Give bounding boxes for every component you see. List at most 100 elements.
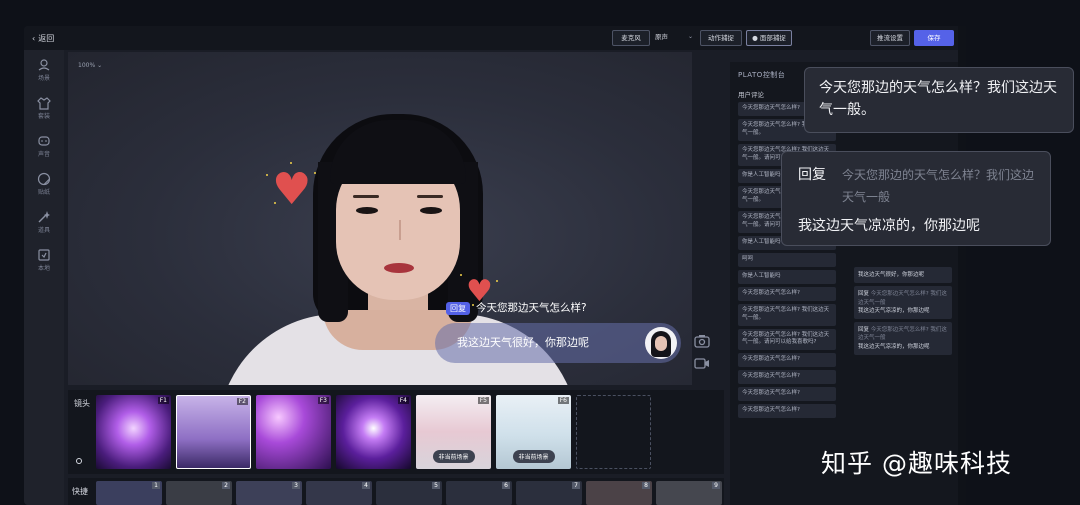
shortcut-slot-number: 9	[712, 482, 720, 489]
zoom-level[interactable]: 100% ⌄	[78, 62, 102, 69]
panel-title: PLATO控制台	[738, 71, 786, 79]
avatar-eye-left	[356, 207, 378, 214]
camera-caption: 非当前场景	[432, 450, 475, 463]
reply-item[interactable]: 回复 今天您那边天气怎么样? 我们这边天气一般 我这边天气凉凉的，你那边呢	[854, 322, 952, 355]
scene-icon	[38, 59, 50, 71]
camera-thumb-selected[interactable]: F2	[176, 395, 251, 469]
shortcut-slot-number: 8	[642, 482, 650, 489]
chevron-left-icon: ‹	[32, 33, 36, 43]
sparkle-icon	[496, 280, 498, 282]
shortcut-slot[interactable]: 6	[446, 481, 512, 505]
shortcut-slot-number: 2	[222, 482, 230, 489]
shortcut-slot-number: 5	[432, 482, 440, 489]
comment-item[interactable]: 今天您那边天气怎么样?	[738, 353, 836, 368]
camera-key: F5	[477, 397, 489, 404]
camera-key: F3	[317, 397, 329, 404]
reply-item-answer: 我这边天气很好，你那边呢	[858, 272, 925, 278]
sidebar-item-label: 声音	[37, 151, 50, 158]
back-label: 返回	[38, 33, 55, 43]
shortcut-slot[interactable]: 1	[96, 481, 162, 505]
shortcut-slot-number: 7	[572, 482, 580, 489]
shortcut-slot[interactable]: 5	[376, 481, 442, 505]
motion-capture-button[interactable]: 动作捕捉	[700, 30, 742, 46]
zoom-value: 100%	[78, 62, 96, 69]
sparkle-icon	[274, 202, 276, 204]
camera-thumb[interactable]: F5 非当前场景	[416, 395, 491, 469]
camera-key: F4	[397, 397, 409, 404]
camera-thumb[interactable]: F1	[96, 395, 171, 469]
reply-popup-question: 今天您那边的天气怎么样？我们这边天气一般	[842, 168, 1035, 204]
chat-question-text: 今天您那边天气怎么样?	[476, 302, 587, 314]
shortcut-slot[interactable]: 3	[236, 481, 302, 505]
reply-item-answer: 我这边天气凉凉的，你那边呢	[858, 343, 930, 350]
comment-item[interactable]: 呵呵	[738, 252, 836, 267]
sidebar-item-sticker[interactable]: 贴纸	[24, 172, 64, 196]
watermark: 知乎 @趣味科技	[821, 449, 1012, 478]
comment-item[interactable]: 今天您那边天气怎么样? 我们这边天气一般。请问可以给我喜歌吗?	[738, 328, 836, 351]
face-capture-button[interactable]: ● 面部捕捉	[746, 30, 792, 46]
sidebar-item-prop[interactable]: 道具	[24, 210, 64, 234]
sidebar-item-outfit[interactable]: 套装	[24, 96, 64, 120]
shortcut-slot[interactable]: 9	[656, 481, 722, 505]
voice-icon	[38, 136, 50, 146]
comment-item[interactable]: 今天您那边天气怎么样? 我们这边天气一般。	[738, 303, 836, 326]
comment-item[interactable]: 今天您那边天气怎么样?	[738, 286, 836, 301]
shortcut-slot[interactable]: 7	[516, 481, 582, 505]
back-button[interactable]: ‹ 返回	[32, 33, 54, 44]
sidebar-item-label: 道具	[37, 227, 50, 234]
reply-item[interactable]: 回复 今天您那边天气怎么样? 我们这边天气一般 我这边天气凉凉的，你那边呢	[854, 286, 952, 319]
camera-thumb-empty[interactable]	[576, 395, 651, 469]
comment-item[interactable]: 今天您那边天气怎么样?	[738, 387, 836, 402]
sparkle-icon	[460, 274, 462, 276]
shortcut-slot[interactable]: 8	[586, 481, 652, 505]
top-bar: ‹ 返回 麦克风 原声 ⌄ 动作捕捉 ● 面部捕捉 推流设置 保存	[24, 26, 966, 50]
reply-item[interactable]: 我这边天气很好，你那边呢	[854, 267, 952, 284]
sidebar-item-scene[interactable]: 场景	[24, 58, 64, 82]
stream-settings-button[interactable]: 推流设置	[870, 30, 910, 46]
sidebar-item-label: 本地	[37, 265, 50, 272]
shortcut-slot-number: 3	[292, 482, 300, 489]
comments-label: 用户评论	[738, 91, 764, 99]
shortcut-slot[interactable]: 2	[166, 481, 232, 505]
left-sidebar: 场景 套装 声音 贴纸 道具 本地	[24, 50, 64, 505]
shortcut-slot-number: 4	[362, 482, 370, 489]
avatar-nose	[395, 220, 401, 240]
camera-strip: 镜头 F1 F2 F3 F4 F5 非当前场景 F6 非当前场景	[68, 390, 724, 474]
heart-icon: ♥	[272, 164, 312, 215]
sidebar-item-voice[interactable]: 声音	[24, 134, 64, 158]
camera-thumb[interactable]: F3	[256, 395, 331, 469]
settings-dot-icon[interactable]	[76, 458, 82, 464]
preview-stage[interactable]: 100% ⌄ ♥ ♥ 回复 今天您那边天气怎么样? 我这边天气很好，你那边呢	[68, 52, 692, 385]
shortcut-strip: 快捷 1 2 3 4 5 6 7 8 9	[68, 478, 724, 505]
reply-popup: 回复 今天您那边的天气怎么样？我们这边天气一般 我这边天气凉凉的，你那边呢	[781, 151, 1051, 246]
sticker-icon	[37, 172, 51, 186]
camera-caption: 非当前场景	[512, 450, 555, 463]
shortcut-slot-number: 6	[502, 482, 510, 489]
sidebar-item-local[interactable]: 本地	[24, 248, 64, 272]
microphone-button[interactable]: 麦克风	[612, 30, 650, 46]
reply-popup-answer: 我这边天气凉凉的，你那边呢	[798, 218, 980, 234]
shortcut-slot[interactable]: 4	[306, 481, 372, 505]
camera-thumb[interactable]: F4	[336, 395, 411, 469]
comment-item[interactable]: 今天您那边天气怎么样?	[738, 370, 836, 385]
reply-item-question: 今天您那边天气怎么样? 我们这边天气一般	[858, 327, 947, 342]
avatar-lips	[384, 263, 414, 273]
reply-list: 我这边天气很好，你那边呢 回复 今天您那边天气怎么样? 我们这边天气一般 我这边天气…	[854, 267, 952, 358]
reply-item-tag: 回复	[858, 291, 870, 298]
comment-popup-text: 今天您那边的天气怎么样？我们这边天气一般。	[819, 80, 1057, 118]
sidebar-item-label: 套装	[37, 113, 50, 120]
reply-popup-tag: 回复	[798, 167, 826, 183]
chat-answer-bubble: 我这边天气很好，你那边呢	[435, 323, 681, 363]
sound-source-select[interactable]: 原声 ⌄	[652, 30, 696, 46]
comment-item[interactable]: 你是人工智能吗	[738, 269, 836, 284]
reply-item-tag: 回复	[858, 327, 870, 333]
save-button[interactable]: 保存	[914, 30, 954, 46]
camera-icon[interactable]	[694, 334, 710, 348]
prop-icon	[38, 211, 50, 223]
avatar	[645, 327, 677, 359]
video-icon[interactable]	[694, 356, 710, 370]
avatar-brow-right	[417, 195, 443, 198]
comment-item[interactable]: 今天您那边天气怎么样?	[738, 404, 836, 419]
camera-key: F2	[236, 398, 248, 405]
camera-thumb[interactable]: F6 非当前场景	[496, 395, 571, 469]
